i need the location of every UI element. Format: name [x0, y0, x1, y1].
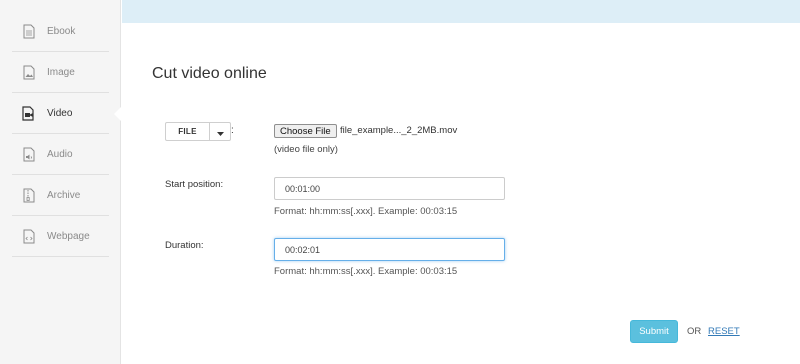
- sidebar-item-archive[interactable]: Archive: [12, 175, 109, 216]
- duration-input[interactable]: [274, 238, 505, 261]
- duration-format-hint: Format: hh:mm:ss[.xxx]. Example: 00:03:1…: [274, 266, 458, 277]
- sidebar: Ebook Image Video Audio Archive Webpage: [0, 0, 121, 364]
- caret-down-icon: [216, 123, 224, 141]
- sidebar-item-label: Archive: [47, 189, 81, 201]
- sidebar-item-label: Webpage: [47, 230, 90, 242]
- file-button[interactable]: FILE: [166, 123, 210, 140]
- start-format-hint: Format: hh:mm:ss[.xxx]. Example: 00:03:1…: [274, 206, 458, 217]
- or-separator: OR: [687, 326, 702, 337]
- sidebar-item-image[interactable]: Image: [12, 52, 109, 93]
- sidebar-item-label: Image: [47, 66, 75, 78]
- top-banner: [122, 0, 800, 23]
- sidebar-item-ebook[interactable]: Ebook: [12, 11, 109, 52]
- video-icon: [22, 105, 36, 121]
- archive-icon: [22, 187, 36, 203]
- code-icon: [22, 228, 36, 244]
- sidebar-item-webpage[interactable]: Webpage: [12, 216, 109, 257]
- sidebar-item-video[interactable]: Video: [12, 93, 109, 134]
- submit-button[interactable]: Submit: [630, 320, 678, 343]
- choose-file-button[interactable]: Choose File: [274, 124, 337, 138]
- page-title: Cut video online: [152, 65, 267, 82]
- file-source-dropdown: FILE: [165, 122, 231, 141]
- file-label-colon: :: [231, 125, 234, 136]
- start-position-input[interactable]: [274, 177, 505, 200]
- sidebar-item-label: Video: [47, 107, 73, 119]
- sidebar-item-audio[interactable]: Audio: [12, 134, 109, 175]
- audio-icon: [22, 146, 36, 162]
- document-icon: [22, 23, 36, 39]
- active-indicator: [114, 107, 121, 121]
- reset-link[interactable]: RESET: [708, 326, 740, 337]
- duration-label: Duration:: [165, 240, 204, 251]
- start-position-label: Start position:: [165, 179, 224, 190]
- sidebar-item-label: Audio: [47, 148, 73, 160]
- sidebar-item-label: Ebook: [47, 25, 76, 37]
- selected-file-name: file_example..._2_2MB.mov: [340, 125, 458, 136]
- file-type-hint: (video file only): [274, 144, 338, 155]
- image-icon: [22, 64, 36, 80]
- file-source-toggle[interactable]: [210, 123, 230, 140]
